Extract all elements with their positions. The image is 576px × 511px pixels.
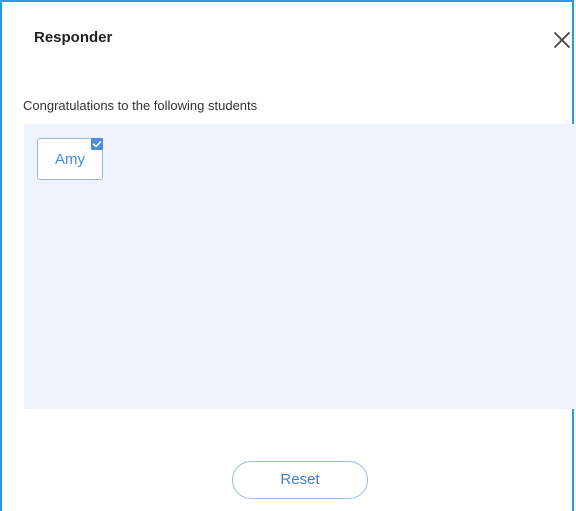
reset-button[interactable]: Reset bbox=[232, 461, 368, 499]
close-button[interactable] bbox=[552, 30, 574, 52]
close-icon bbox=[554, 32, 570, 48]
student-name: Amy bbox=[55, 151, 85, 168]
student-chip-amy[interactable]: Amy bbox=[37, 138, 103, 180]
dialog-title: Responder bbox=[34, 29, 113, 46]
checkmark-icon bbox=[91, 138, 103, 150]
congratulations-text: Congratulations to the following student… bbox=[23, 98, 258, 113]
students-area: Amy bbox=[24, 124, 576, 409]
responder-dialog: Responder Congratulations to the followi… bbox=[0, 0, 576, 511]
